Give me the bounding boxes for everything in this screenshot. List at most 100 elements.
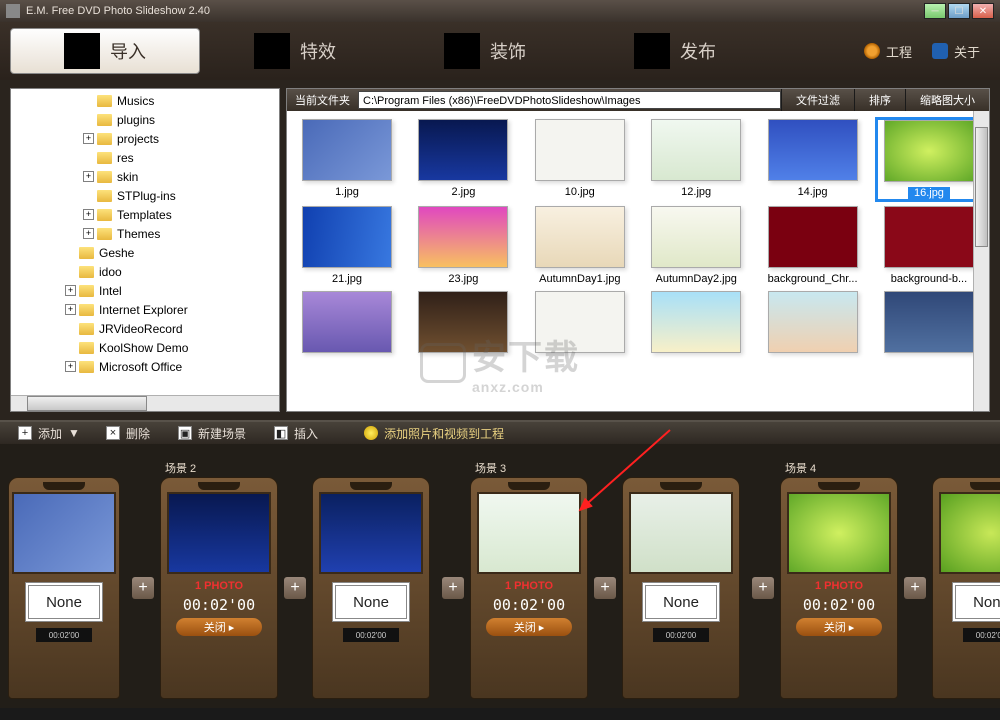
add-button[interactable]: 添加▼: [6, 423, 90, 444]
transition-none[interactable]: None: [952, 582, 1000, 622]
transition-card[interactable]: None 00:02'00: [932, 477, 1000, 699]
timeline[interactable]: None 00:02'00 + 场景 2 1 PHOTO 00:02'00 关闭…: [0, 444, 1000, 708]
path-input[interactable]: C:\Program Files (x86)\FreeDVDPhotoSlide…: [358, 91, 781, 109]
thumbnail[interactable]: 10.jpg: [528, 119, 632, 200]
thumbnail[interactable]: [761, 291, 865, 358]
photo-count: 1 PHOTO: [505, 580, 553, 592]
transition-card[interactable]: None 00:02'00: [312, 477, 430, 699]
thumb-image: [418, 206, 508, 268]
thumbnail[interactable]: 21.jpg: [295, 206, 399, 285]
thumbnail[interactable]: 12.jpg: [644, 119, 748, 200]
thumb-image: [302, 291, 392, 353]
bulb-icon: [364, 426, 378, 440]
thumbs-vscroll[interactable]: [973, 111, 989, 411]
about-button[interactable]: 关于: [922, 38, 990, 65]
scene-card[interactable]: 场景 2 1 PHOTO 00:02'00 关闭 ▸: [160, 477, 278, 699]
tree-item[interactable]: +skin: [11, 167, 279, 186]
filter-button[interactable]: 文件过滤: [781, 89, 854, 111]
tree-item[interactable]: KoolShow Demo: [11, 338, 279, 357]
transition-card[interactable]: None 00:02'00: [622, 477, 740, 699]
workspace: Musics plugins+projectsres+skinSTPlug-ins…: [0, 80, 1000, 420]
tree-item[interactable]: +Themes: [11, 224, 279, 243]
tree-item-label: Intel: [99, 284, 122, 298]
insert-button[interactable]: ◧插入: [262, 423, 330, 444]
thumb-image: [768, 206, 858, 268]
thumbnail[interactable]: [528, 291, 632, 358]
tab-publish[interactable]: 发布: [580, 28, 770, 74]
info-icon: [932, 43, 948, 59]
thumb-image: [651, 119, 741, 181]
new-scene-button[interactable]: ▣新建场景: [166, 423, 258, 444]
thumbnail[interactable]: 16.jpg: [877, 119, 981, 200]
app-icon: [6, 4, 20, 18]
thumbnail[interactable]: background_Chr...: [761, 206, 865, 285]
insert-gap-button[interactable]: +: [594, 577, 616, 599]
transition-none[interactable]: None: [642, 582, 720, 622]
folder-tree[interactable]: Musics plugins+projectsres+skinSTPlug-ins…: [10, 88, 280, 412]
thumbnail[interactable]: 23.jpg: [411, 206, 515, 285]
tree-item[interactable]: plugins: [11, 110, 279, 129]
tab-import[interactable]: 导入: [10, 28, 200, 74]
minimize-button[interactable]: ─: [924, 3, 946, 19]
tab-import-label: 导入: [110, 38, 146, 64]
insert-gap-button[interactable]: +: [752, 577, 774, 599]
delete-button[interactable]: 删除: [94, 423, 162, 444]
tree-hscroll[interactable]: [11, 395, 279, 411]
about-label: 关于: [954, 42, 980, 61]
tree-item[interactable]: +Intel: [11, 281, 279, 300]
scene-group: + 场景 4 1 PHOTO 00:02'00 关闭 ▸ + None 00:0…: [752, 450, 1000, 708]
add-label: 添加: [38, 425, 62, 442]
close-scene-button[interactable]: 关闭 ▸: [176, 618, 262, 636]
scene-card[interactable]: 场景 3 1 PHOTO 00:02'00 关闭 ▸: [470, 477, 588, 699]
folder-icon: [79, 342, 94, 354]
thumbnail[interactable]: 1.jpg: [295, 119, 399, 200]
thumbnail[interactable]: [411, 291, 515, 358]
tab-decorate[interactable]: 装饰: [390, 28, 580, 74]
transition-none[interactable]: None: [25, 582, 103, 622]
thumbnail[interactable]: background-b...: [877, 206, 981, 285]
close-button[interactable]: ✕: [972, 3, 994, 19]
close-scene-button[interactable]: 关闭 ▸: [486, 618, 572, 636]
thumbnail[interactable]: AutumnDay2.jpg: [644, 206, 748, 285]
thumb-label: 14.jpg: [798, 186, 828, 198]
insert-gap-button[interactable]: +: [904, 577, 926, 599]
tree-item[interactable]: Geshe: [11, 243, 279, 262]
card-image: [787, 492, 891, 574]
close-scene-button[interactable]: 关闭 ▸: [796, 618, 882, 636]
thumbsize-button[interactable]: 缩略图大小: [905, 89, 989, 111]
scene-card[interactable]: 场景 4 1 PHOTO 00:02'00 关闭 ▸: [780, 477, 898, 699]
thumb-image: [418, 119, 508, 181]
tree-item[interactable]: JRVideoRecord: [11, 319, 279, 338]
tree-item[interactable]: Musics: [11, 91, 279, 110]
project-button[interactable]: 工程: [854, 38, 922, 65]
thumb-image: [418, 291, 508, 353]
tab-effect[interactable]: 特效: [200, 28, 390, 74]
thumbnail[interactable]: [644, 291, 748, 358]
insert-gap-button[interactable]: +: [132, 577, 154, 599]
insert-gap-button[interactable]: +: [284, 577, 306, 599]
new-scene-label: 新建场景: [198, 425, 246, 442]
thumbnail[interactable]: [295, 291, 399, 358]
thumbnail[interactable]: 14.jpg: [761, 119, 865, 200]
folder-icon: [97, 228, 112, 240]
transition-none[interactable]: None: [332, 582, 410, 622]
thumb-image: [884, 291, 974, 353]
sort-button[interactable]: 排序: [854, 89, 905, 111]
maximize-button[interactable]: ☐: [948, 3, 970, 19]
tree-item[interactable]: res: [11, 148, 279, 167]
insert-gap-button[interactable]: +: [442, 577, 464, 599]
tree-item[interactable]: idoo: [11, 262, 279, 281]
thumbnail[interactable]: AutumnDay1.jpg: [528, 206, 632, 285]
tree-item-label: Musics: [117, 94, 154, 108]
tree-item[interactable]: +Microsoft Office: [11, 357, 279, 376]
tree-item[interactable]: +projects: [11, 129, 279, 148]
thumbnail[interactable]: 2.jpg: [411, 119, 515, 200]
transition-card[interactable]: None 00:02'00: [8, 477, 120, 699]
folder-icon: [79, 323, 94, 335]
tree-item[interactable]: +Templates: [11, 205, 279, 224]
thumbnail[interactable]: [877, 291, 981, 358]
tree-item[interactable]: +Internet Explorer: [11, 300, 279, 319]
tree-item[interactable]: STPlug-ins: [11, 186, 279, 205]
card-image: [12, 492, 116, 574]
browser-toolbar: 当前文件夹 C:\Program Files (x86)\FreeDVDPhot…: [287, 89, 989, 111]
